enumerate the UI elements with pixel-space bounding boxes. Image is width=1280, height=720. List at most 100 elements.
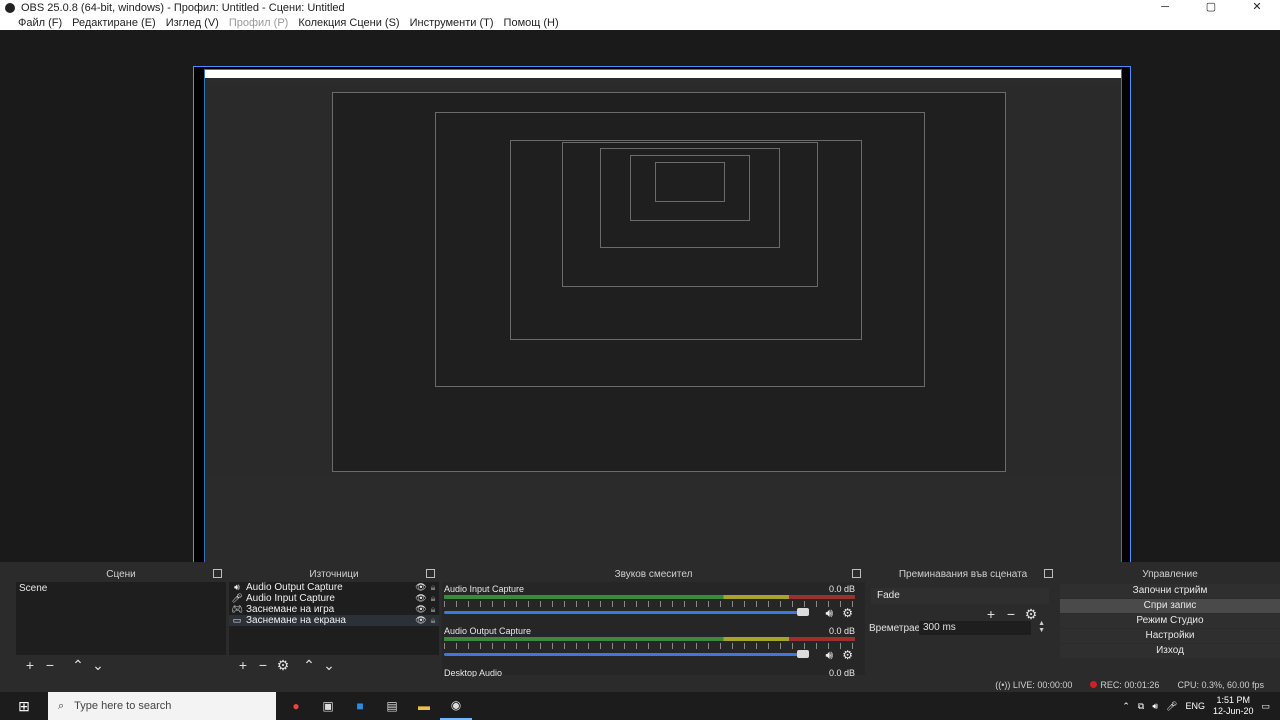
duration-spinner-icon[interactable]: ▲ ▼ [1038, 620, 1045, 634]
system-tray: ⌃ ⧉ 🔊︎ 🎤︎ ENG 1:51 PM 12-Jun-20 ▭ [1122, 695, 1280, 717]
controls-dock: Управление Започни стрийм Спри запис Реж… [1060, 568, 1280, 675]
clock[interactable]: 1:51 PM 12-Jun-20 [1213, 695, 1254, 717]
obs-taskbar-icon[interactable]: ◉ [440, 692, 472, 720]
file-explorer-icon[interactable]: ▬ [408, 692, 440, 720]
volume-slider[interactable] [444, 611, 807, 614]
maximize-button[interactable]: ▢ [1188, 0, 1234, 15]
volume-icon[interactable]: 🔊︎ [1152, 701, 1158, 712]
undock-icon[interactable] [426, 569, 435, 578]
nested-menubar [205, 78, 1121, 86]
scenes-dock: Сцени Scene + − ⌃ ⌄ [16, 568, 226, 675]
clock-date: 12-Jun-20 [1212, 706, 1254, 716]
visibility-eye-icon[interactable]: 👁︎ [415, 604, 427, 615]
add-icon[interactable]: + [235, 657, 251, 673]
live-signal-icon: ((•)) [995, 679, 1013, 690]
microphone-icon[interactable]: 🎤︎ [1166, 701, 1177, 712]
menu-bar: Файл (F) Редактиране (E) Изглед (V) Проф… [0, 15, 1280, 30]
windows-taskbar: ⊞ ⌕ Type here to search ● ▣ ■ ▤ ▬ ◉ ⌃ ⧉ … [0, 692, 1280, 720]
lock-icon[interactable]: 🔒︎ [427, 604, 439, 615]
move-down-icon[interactable]: ⌄ [90, 657, 106, 673]
preview-canvas[interactable] [193, 66, 1131, 588]
speaker-icon: 🔊︎ [234, 582, 240, 592]
nested-titlebar [205, 70, 1121, 78]
menu-help[interactable]: Помощ (H) [504, 17, 559, 29]
minimize-button[interactable]: ─ [1142, 0, 1188, 15]
lock-icon[interactable]: 🔒︎ [427, 615, 439, 626]
gear-icon[interactable]: ⚙ [842, 648, 853, 662]
visibility-eye-icon[interactable]: 👁︎ [415, 582, 427, 593]
duration-input[interactable]: 300 ms [919, 621, 1031, 635]
visibility-eye-icon[interactable]: 👁︎ [415, 593, 427, 604]
menu-edit[interactable]: Редактиране (E) [72, 17, 156, 29]
remove-icon[interactable]: − [255, 657, 271, 673]
scene-item[interactable]: Scene [16, 582, 226, 595]
cpu-status: CPU: 0.3%, 60.00 fps [1177, 679, 1264, 690]
studio-mode-button[interactable]: Режим Студио [1060, 614, 1280, 628]
chevron-up-icon[interactable]: ⌃ [1122, 701, 1130, 712]
gear-icon[interactable]: ⚙ [275, 657, 291, 673]
nested-docks [205, 475, 1121, 567]
settings-button[interactable]: Настройки [1060, 629, 1280, 643]
volume-meter [444, 595, 855, 599]
speaker-mute-icon[interactable]: 🔊︎ [825, 606, 833, 621]
menu-tools[interactable]: Инструменти (T) [410, 17, 494, 29]
windows-start-icon[interactable]: ⊞ [0, 692, 48, 720]
menu-view[interactable]: Изглед (V) [166, 17, 219, 29]
menu-profile[interactable]: Профил (P) [229, 17, 288, 29]
volume-knob[interactable] [797, 650, 809, 658]
source-item[interactable]: ▭ Заснемане на екрана 👁︎ 🔒︎ [229, 615, 439, 626]
speaker-mute-icon[interactable]: 🔊︎ [825, 648, 833, 663]
lock-icon[interactable]: 🔒︎ [427, 582, 439, 593]
close-button[interactable]: ✕ [1234, 0, 1280, 15]
sources-dock: Източници 🔊︎ Audio Output Capture 👁︎ 🔒︎ … [229, 568, 439, 675]
live-status: ((•)) LIVE: 00:00:00 [995, 680, 1072, 690]
lock-icon[interactable]: 🔒︎ [427, 593, 439, 604]
chrome-icon[interactable]: ● [280, 692, 312, 720]
menu-scene-collection[interactable]: Колекция Сцени (S) [298, 17, 399, 29]
undock-icon[interactable] [213, 569, 222, 578]
app-f-icon[interactable]: ■ [344, 692, 376, 720]
channel-name: Audio Output Capture [444, 626, 532, 636]
start-streaming-button[interactable]: Започни стрийм [1060, 584, 1280, 598]
sources-dock-header: Източници [229, 568, 439, 581]
stop-recording-button[interactable]: Спри запис [1060, 599, 1280, 613]
meter-ticks [444, 601, 855, 607]
undock-icon[interactable] [1044, 569, 1053, 578]
gear-icon[interactable]: ⚙ [1023, 606, 1039, 622]
source-item[interactable]: 🎤︎ Audio Input Capture 👁︎ 🔒︎ [229, 593, 439, 604]
rec-time: REC: 00:01:26 [1100, 679, 1160, 690]
move-up-icon[interactable]: ⌃ [70, 657, 86, 673]
source-name: Заснемане на екрана [246, 615, 346, 626]
add-icon[interactable]: + [22, 657, 38, 673]
volume-knob[interactable] [797, 608, 809, 616]
scenes-toolbar: + − ⌃ ⌄ [16, 655, 226, 675]
gear-icon[interactable]: ⚙ [842, 606, 853, 620]
sources-list: 🔊︎ Audio Output Capture 👁︎ 🔒︎ 🎤︎ Audio I… [229, 582, 439, 655]
move-down-icon[interactable]: ⌄ [321, 657, 337, 673]
visibility-eye-icon[interactable]: 👁︎ [415, 615, 427, 626]
search-placeholder: Type here to search [74, 700, 172, 712]
store-icon[interactable]: ▣ [312, 692, 344, 720]
source-name: Заснемане на игра [246, 604, 335, 615]
exit-button[interactable]: Изход [1060, 644, 1280, 658]
source-item[interactable]: 🎮︎ Заснемане на игра 👁︎ 🔒︎ [229, 604, 439, 615]
remove-icon[interactable]: − [42, 657, 58, 673]
taskbar-search[interactable]: ⌕ Type here to search [48, 692, 276, 720]
epic-games-icon[interactable]: ▤ [376, 692, 408, 720]
undock-icon[interactable] [852, 569, 861, 578]
live-time: LIVE: 00:00:00 [1012, 679, 1073, 690]
notifications-icon[interactable]: ▭ [1261, 701, 1270, 712]
language-indicator[interactable]: ENG [1185, 701, 1205, 711]
source-item[interactable]: 🔊︎ Audio Output Capture 👁︎ 🔒︎ [229, 582, 439, 593]
network-icon[interactable]: ⧉ [1138, 701, 1144, 712]
sources-toolbar: + − ⚙ ⌃ ⌄ [229, 655, 439, 675]
add-icon[interactable]: + [983, 606, 999, 622]
remove-icon[interactable]: − [1003, 606, 1019, 622]
channel-db: 0.0 dB [828, 584, 855, 594]
volume-slider[interactable] [444, 653, 807, 656]
move-up-icon[interactable]: ⌃ [301, 657, 317, 673]
scenes-dock-header: Сцени [16, 568, 226, 581]
transition-select[interactable]: Fade [871, 588, 1049, 604]
status-bar: ((•)) LIVE: 00:00:00 REC: 00:01:26 CPU: … [0, 677, 1280, 692]
menu-file[interactable]: Файл (F) [18, 17, 62, 29]
